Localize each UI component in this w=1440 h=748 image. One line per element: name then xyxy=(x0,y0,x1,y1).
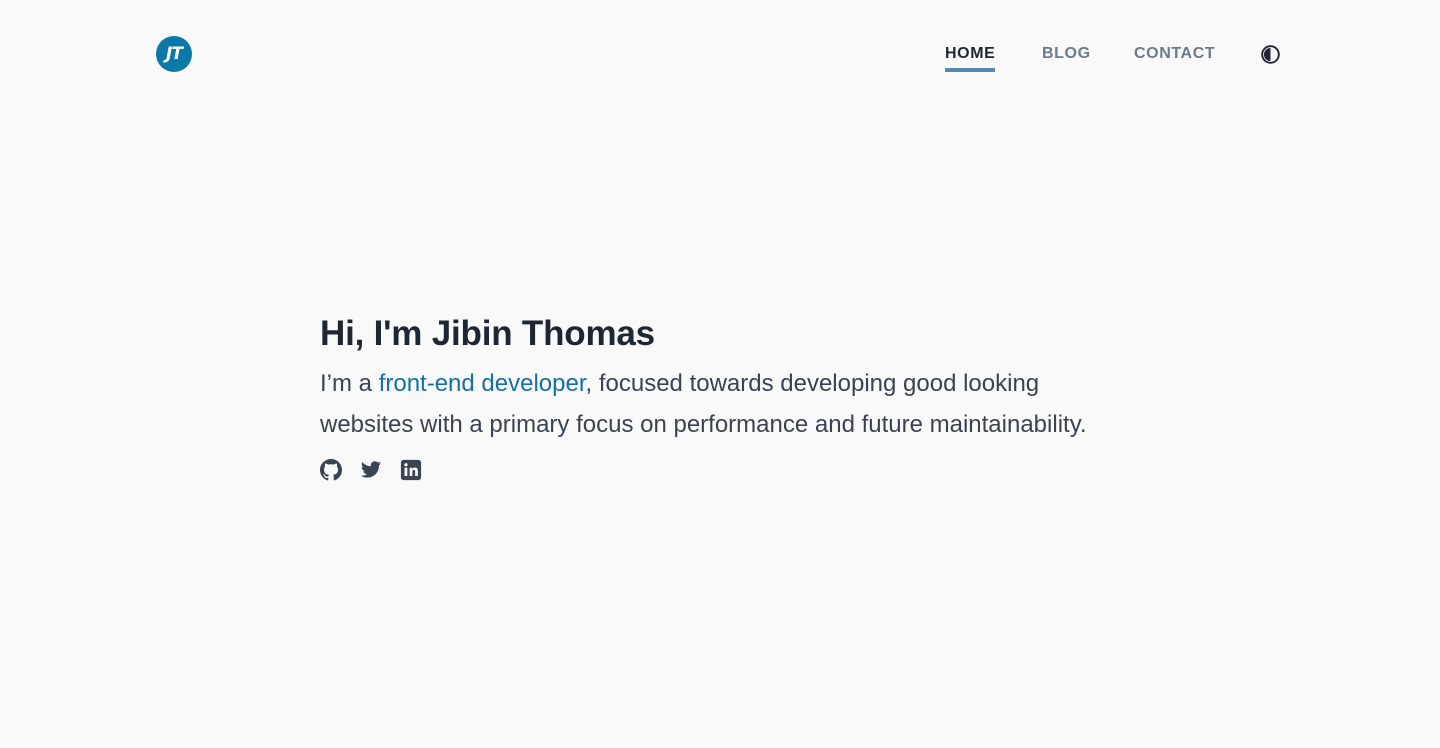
contrast-icon xyxy=(1260,44,1280,64)
linkedin-icon xyxy=(400,459,422,481)
nav-blog-link[interactable]: BLOG xyxy=(1042,44,1091,68)
nav-contact-link[interactable]: CONTACT xyxy=(1134,44,1215,68)
intro-text-before: I’m a xyxy=(320,370,379,397)
hero-title: Hi, I'm Jibin Thomas xyxy=(320,314,655,353)
nav-home-link[interactable]: HOME xyxy=(945,44,996,72)
logo-link[interactable]: JT xyxy=(156,36,192,72)
twitter-link[interactable] xyxy=(360,459,382,481)
twitter-icon xyxy=(360,461,382,478)
hero-section: Hi, I'm Jibin Thomas I’m a front-end dev… xyxy=(320,310,1120,481)
linkedin-link[interactable] xyxy=(400,459,422,481)
front-end-developer-link[interactable]: front-end developer xyxy=(379,370,586,397)
social-links xyxy=(320,459,1120,481)
theme-toggle-button[interactable] xyxy=(1259,43,1281,65)
site-header: JT HOME BLOG CONTACT xyxy=(0,0,1440,108)
logo-text: JT xyxy=(166,44,183,64)
github-icon xyxy=(320,459,342,481)
github-link[interactable] xyxy=(320,459,342,481)
hero-intro: I’m a front-end developer, focused towar… xyxy=(320,364,1110,445)
